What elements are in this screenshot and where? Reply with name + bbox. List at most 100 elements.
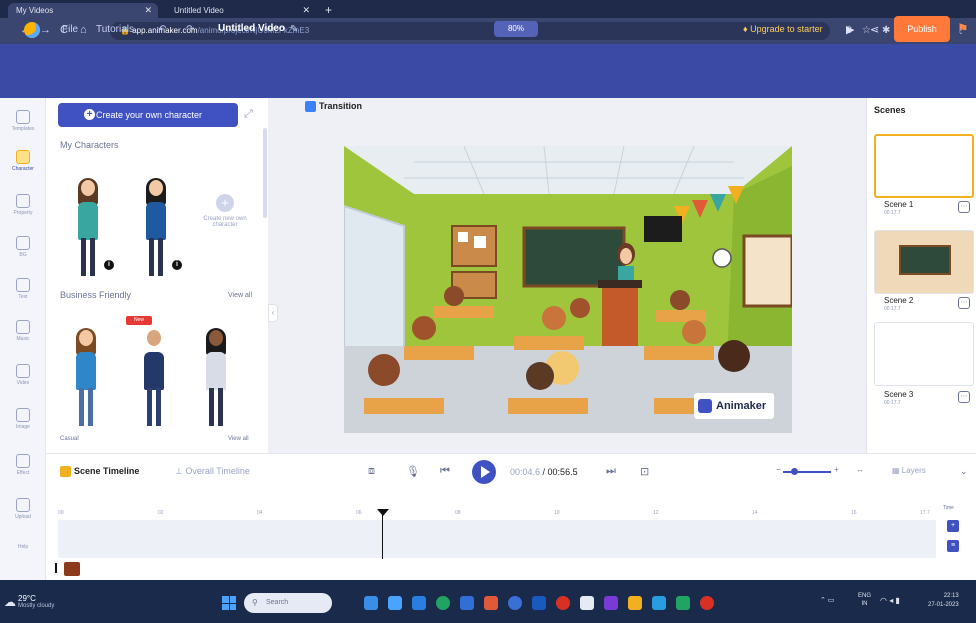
wifi-volume-battery-icons[interactable]: ◠ ◂ ▮ bbox=[880, 596, 900, 605]
rail-item-property[interactable]: Property bbox=[0, 194, 46, 216]
scene-options-icon[interactable]: ⋯ bbox=[958, 297, 970, 309]
fit-icon[interactable]: ↔ bbox=[856, 465, 864, 474]
share-icon[interactable]: ⋖ bbox=[870, 23, 879, 36]
play-button[interactable] bbox=[472, 460, 496, 484]
onenote-icon[interactable] bbox=[604, 596, 618, 610]
notepad-icon[interactable] bbox=[580, 596, 594, 610]
expand-icon[interactable]: ⤢ bbox=[244, 108, 253, 121]
background-icon bbox=[16, 236, 30, 250]
rail-item-upload[interactable]: Upload bbox=[0, 498, 46, 520]
add-track-icon[interactable]: + bbox=[947, 520, 959, 532]
word-icon[interactable] bbox=[532, 596, 546, 610]
video-title[interactable]: Untitled Video bbox=[218, 23, 285, 34]
system-tray[interactable]: ⌃ ▭ bbox=[820, 596, 834, 604]
menu-tutorials[interactable]: Tutorials bbox=[96, 24, 134, 35]
rail-label: BG bbox=[19, 252, 27, 258]
create-new-character[interactable]: + Create new own character bbox=[190, 194, 260, 228]
forward-icon[interactable]: → bbox=[40, 24, 51, 36]
info-icon[interactable]: i bbox=[104, 260, 114, 270]
zoom-app-icon[interactable] bbox=[508, 596, 522, 610]
taskbar-search[interactable]: ⚲ Search bbox=[244, 593, 332, 613]
caption-icon[interactable]: ⊡ bbox=[640, 465, 649, 478]
transition-button[interactable]: Transition bbox=[305, 101, 362, 112]
publish-button[interactable]: Publish bbox=[894, 16, 950, 42]
undo-icon[interactable]: ↶ bbox=[158, 24, 166, 35]
scene-canvas[interactable] bbox=[344, 146, 792, 433]
rail-item-video[interactable]: Video bbox=[0, 364, 46, 386]
playhead[interactable] bbox=[382, 511, 383, 559]
scene-thumb-2[interactable] bbox=[874, 230, 974, 294]
overall-timeline-tab[interactable]: ⊥ Overall Timeline bbox=[175, 466, 250, 477]
chrome-icon[interactable] bbox=[436, 596, 450, 610]
skip-forward-icon[interactable]: ⏭ bbox=[606, 465, 616, 478]
scene-options-icon[interactable]: ⋯ bbox=[958, 391, 970, 403]
upgrade-link[interactable]: ♦ Upgrade to starter bbox=[743, 24, 823, 34]
close-icon[interactable]: ✕ bbox=[302, 5, 310, 16]
tab-untitled-video[interactable]: Untitled Video ✕ bbox=[166, 3, 316, 18]
menu-file[interactable]: File bbox=[62, 24, 78, 35]
view-all-link[interactable]: View all bbox=[228, 292, 252, 299]
scene-thumb-1[interactable] bbox=[874, 134, 974, 198]
info-icon[interactable]: i bbox=[172, 260, 182, 270]
business-character-3[interactable] bbox=[196, 328, 236, 430]
gift-icon[interactable]: ⚑ bbox=[957, 21, 969, 37]
excel-icon[interactable] bbox=[676, 596, 690, 610]
business-character-1[interactable] bbox=[66, 328, 106, 430]
zoom-out-icon[interactable]: − bbox=[776, 465, 781, 474]
weather-widget[interactable]: 29°C Mostly cloudy bbox=[18, 594, 54, 609]
redo-icon[interactable]: ↷ bbox=[186, 24, 194, 35]
playhead-handle[interactable] bbox=[377, 509, 389, 516]
collapse-panel-handle[interactable]: ‹ bbox=[268, 304, 278, 322]
timeline-track[interactable] bbox=[58, 520, 936, 558]
close-icon[interactable]: ✕ bbox=[144, 5, 152, 16]
home-icon[interactable]: ⌂ bbox=[80, 24, 87, 36]
chat-icon[interactable] bbox=[388, 596, 402, 610]
panel-scrollbar[interactable] bbox=[263, 128, 267, 218]
opera-icon[interactable] bbox=[556, 596, 570, 610]
voice-icon[interactable]: 🎙 bbox=[406, 465, 420, 478]
photos-icon[interactable] bbox=[628, 596, 642, 610]
scene-item-chip[interactable] bbox=[64, 562, 80, 576]
scene-timeline-tab[interactable]: Scene Timeline bbox=[60, 466, 139, 477]
rail-item-templates[interactable]: Templates bbox=[0, 110, 46, 132]
scene-thumb-3[interactable] bbox=[874, 322, 974, 386]
language-indicator[interactable]: ENG IN bbox=[858, 592, 871, 608]
track-settings-icon[interactable]: ≡ bbox=[947, 540, 959, 552]
rail-item-effect[interactable]: Effect bbox=[0, 454, 46, 476]
scene-options-icon[interactable]: ⋯ bbox=[958, 201, 970, 213]
rail-item-text[interactable]: Text bbox=[0, 278, 46, 300]
skip-back-icon[interactable]: ⏮ bbox=[440, 465, 450, 478]
zoom-level[interactable]: 80% bbox=[494, 21, 538, 37]
task-view-icon[interactable] bbox=[364, 596, 378, 610]
view-all-link[interactable]: View all bbox=[228, 436, 249, 442]
clock[interactable]: 22:13 27-01-2023 bbox=[928, 592, 959, 610]
my-character-2[interactable]: i bbox=[136, 178, 182, 280]
rail-item-bg[interactable]: BG bbox=[0, 236, 46, 258]
store-icon[interactable] bbox=[484, 596, 498, 610]
rail-label: Video bbox=[16, 380, 30, 386]
tab-my-videos[interactable]: My Videos ✕ bbox=[8, 3, 158, 18]
rail-item-character[interactable]: Character bbox=[0, 150, 46, 172]
rail-item-music[interactable]: Music bbox=[0, 320, 46, 342]
rail-item-help[interactable]: Help bbox=[0, 542, 46, 550]
zoom-slider-knob[interactable] bbox=[791, 468, 798, 475]
edge-icon[interactable] bbox=[412, 596, 426, 610]
address-bar: ← → C ⌂ 🔒 app.animaker.com/animo/project… bbox=[0, 18, 976, 44]
new-tab-icon[interactable]: + bbox=[325, 3, 332, 17]
teams-icon[interactable] bbox=[652, 596, 666, 610]
create-character-button[interactable]: + Create your own character bbox=[58, 103, 238, 127]
windows-start-icon[interactable] bbox=[222, 596, 236, 610]
business-character-2[interactable] bbox=[134, 330, 174, 430]
my-character-1[interactable]: i bbox=[68, 178, 114, 280]
edit-title-icon[interactable]: ✎ bbox=[290, 24, 298, 35]
animaker-logo[interactable] bbox=[24, 22, 40, 38]
mail-icon[interactable] bbox=[460, 596, 474, 610]
media-icon[interactable] bbox=[700, 596, 714, 610]
split-icon[interactable]: ⧈ bbox=[368, 465, 375, 478]
extensions-icon[interactable]: ✱ bbox=[882, 25, 890, 36]
chevron-down-icon[interactable]: ⌄ bbox=[960, 466, 968, 477]
rail-item-image[interactable]: Image bbox=[0, 408, 46, 430]
preview-icon[interactable]: ▶ bbox=[846, 23, 854, 36]
zoom-in-icon[interactable]: + bbox=[834, 465, 839, 474]
layers-button[interactable]: ▦ Layers bbox=[892, 466, 926, 475]
